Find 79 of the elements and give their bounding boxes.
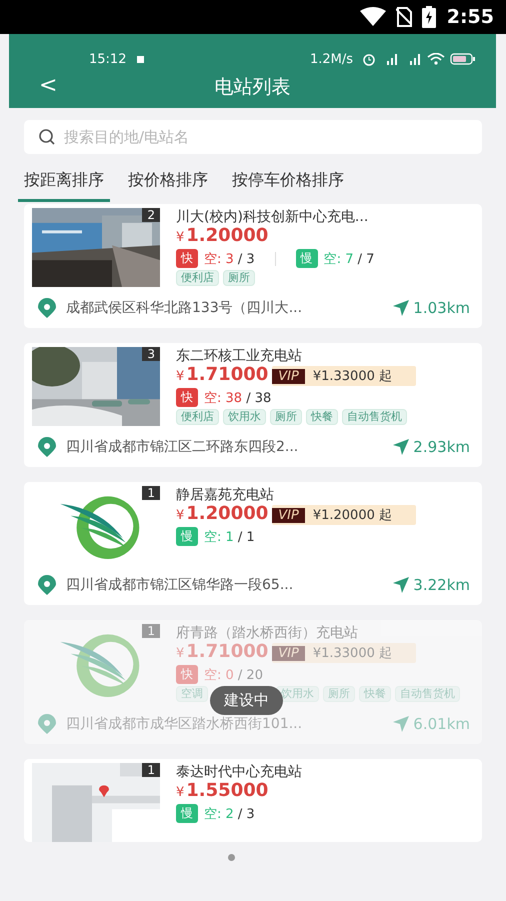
amenity-tag: 饮用水 — [223, 409, 266, 425]
wifi-icon — [427, 53, 445, 65]
station-address: 成都武侯区科华北路133号（四川大... — [66, 299, 304, 317]
toast-message: 建设中 — [210, 686, 283, 715]
location-pin-icon — [38, 575, 56, 595]
amenity-tag: 快餐 — [359, 686, 391, 702]
charger-type-badge: 快 — [176, 665, 198, 684]
amenity-tag: 便利店 — [176, 270, 219, 286]
distance: 3.22km — [413, 576, 470, 594]
station-name: 东二环核工业充电站 — [176, 347, 303, 365]
vip-price-tag: VIP ¥1.33000 起 — [272, 366, 416, 386]
distance: 2.93km — [413, 438, 470, 456]
battery-icon — [450, 53, 476, 65]
amenity-tag: 厕所 — [323, 686, 355, 702]
sort-tab[interactable]: 按停车价格排序 — [226, 162, 350, 202]
station-card[interactable]: 3 东二环核工业充电站 ¥1.71000 VIP ¥1.33000 起 快 空: 38 / 38 便利店 饮用水 厕所 快餐 自动售货机 四川省成都市锦江区二环路东四段2... 2.93km — [24, 343, 482, 467]
price: ¥1.20000 — [176, 504, 268, 526]
rank-badge: 1 — [142, 486, 160, 500]
scroll-indicator — [228, 854, 235, 861]
amenity-tag: 空调 — [176, 686, 208, 702]
alarm-icon — [362, 52, 376, 66]
navigation-arrow-icon — [393, 716, 410, 732]
price: ¥1.71000 — [176, 365, 268, 387]
charger-type-badge: 快 — [176, 249, 198, 268]
station-card[interactable]: 2 川大(校内)科技创新中心充电... ¥1.20000 快 空: 3 / 3 慢 空: 7 / 7 便利店 厕所 成都武侯区科华北路133号（四川大... 1.03km — [24, 204, 482, 328]
rank-badge: 3 — [142, 347, 160, 361]
availability-text: 空: 0 / 20 — [204, 666, 263, 684]
station-address: 四川省成都市锦江区二环路东四段2... — [66, 438, 300, 456]
station-name: 泰达时代中心充电站 — [176, 763, 302, 781]
navigation-arrow-icon — [393, 439, 410, 455]
navigation-arrow-icon — [393, 577, 410, 593]
price: ¥1.55000 — [176, 781, 268, 803]
distance: 1.03km — [413, 299, 470, 317]
price: ¥1.20000 — [176, 226, 268, 248]
charger-type-badge: 快 — [176, 388, 198, 407]
search-icon — [38, 128, 56, 146]
notification-icon — [137, 56, 144, 62]
station-address: 四川省成都市成华区踏水桥西街101... — [66, 715, 304, 733]
charger-type-badge: 慢 — [176, 804, 198, 823]
station-name: 川大(校内)科技创新中心充电... — [176, 208, 370, 226]
location-pin-icon — [38, 437, 56, 457]
no-sim-icon — [396, 7, 412, 27]
station-name: 府青路（踏水桥西街）充电站 — [176, 624, 359, 642]
amenity-tag: 快餐 — [306, 409, 338, 425]
amenity-tag: 厕所 — [270, 409, 302, 425]
charger-type-badge: 慢 — [176, 527, 198, 546]
status-time: 2:55 — [446, 6, 494, 28]
wifi-icon — [360, 7, 386, 27]
network-speed: 1.2M/s — [310, 52, 353, 66]
navigation-arrow-icon — [393, 300, 410, 316]
vip-price-tag: VIP ¥1.33000 起 — [272, 643, 416, 663]
search-field[interactable]: 搜索目的地/电站名 — [24, 120, 482, 154]
rank-badge: 1 — [142, 763, 160, 777]
status-time: 15:12 — [89, 52, 126, 66]
charger-type-badge: 慢 — [296, 249, 318, 268]
availability-text: 空: 7 / 7 — [324, 250, 374, 268]
page-title: 电站列表 — [214, 75, 290, 100]
station-card[interactable]: 1 静居嘉苑充电站 ¥1.20000 VIP ¥1.20000 起 慢 空: 1 / 1 四川省成都市锦江区锦华路一段65... 3.22km — [24, 482, 482, 605]
vip-price-tag: VIP ¥1.20000 起 — [272, 505, 416, 525]
amenity-tag: 厕所 — [223, 270, 255, 286]
amenity-tag: 便利店 — [176, 409, 219, 425]
distance: 6.01km — [413, 715, 470, 733]
rank-badge: 1 — [142, 624, 160, 638]
availability-text: 空: 3 / 3 — [204, 250, 255, 268]
amenity-tag: 自动售货机 — [395, 686, 460, 702]
location-pin-icon — [38, 714, 56, 734]
amenity-tag: 自动售货机 — [342, 409, 407, 425]
location-pin-icon — [38, 298, 56, 318]
availability-text: 空: 38 / 38 — [204, 390, 272, 406]
station-name: 静居嘉苑充电站 — [176, 486, 275, 504]
availability-text: 空: 1 / 1 — [204, 528, 255, 546]
price: ¥1.71000 — [176, 642, 268, 664]
rank-badge: 2 — [142, 208, 160, 222]
back-button[interactable]: < — [35, 73, 62, 98]
station-card[interactable]: 1 泰达时代中心充电站 ¥1.55000 慢 空: 2 / 3 — [24, 759, 482, 842]
station-address: 四川省成都市锦江区锦华路一段65... — [66, 576, 294, 594]
battery-charging-icon — [422, 6, 436, 28]
sort-tab[interactable]: 按价格排序 — [122, 162, 214, 202]
availability-text: 空: 2 / 3 — [204, 806, 255, 822]
